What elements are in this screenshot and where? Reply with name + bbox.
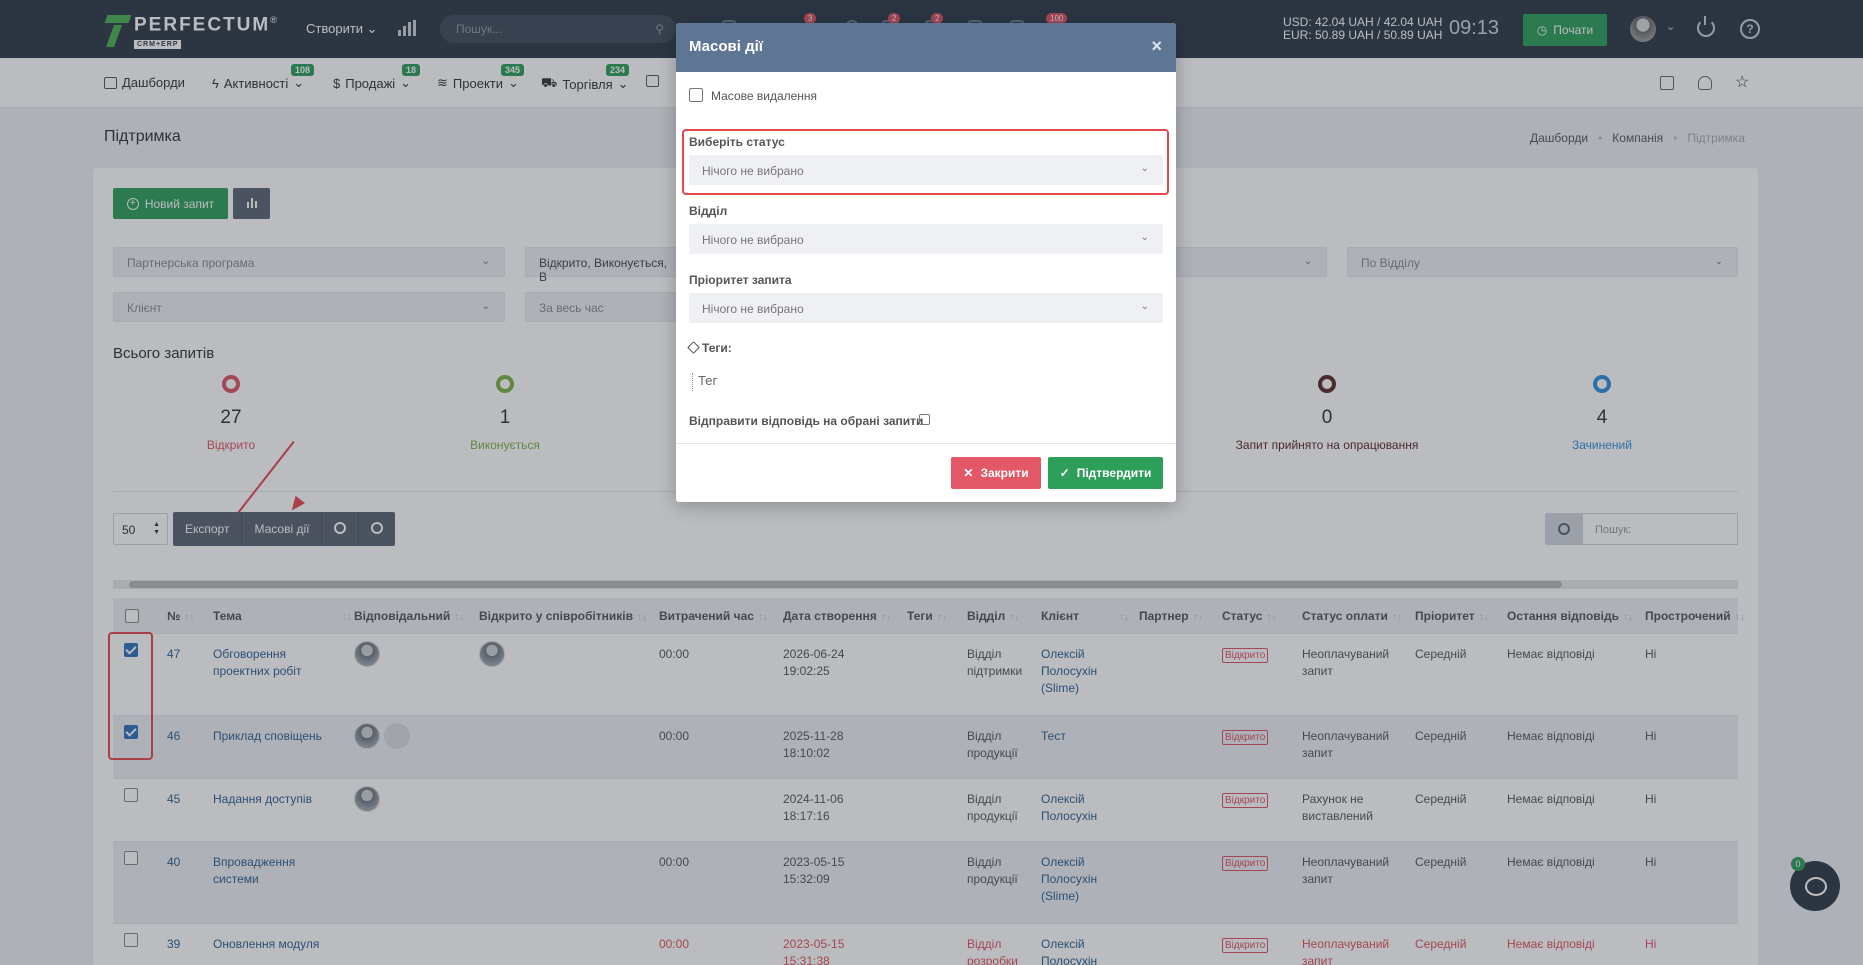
close-button[interactable]: ✕ Закрити	[951, 457, 1041, 489]
mass-delete-checkbox[interactable]	[689, 88, 703, 102]
status-select[interactable]: Нічого не вибрано ⌄	[689, 155, 1163, 185]
check-icon: ✓	[1059, 466, 1070, 480]
chevron-down-icon: ⌄	[1140, 232, 1149, 243]
status-label: Виберіть статус	[689, 135, 785, 149]
tag-icon	[687, 341, 700, 354]
send-reply-checkbox[interactable]	[919, 414, 930, 425]
chevron-down-icon: ⌄	[1140, 163, 1149, 174]
close-icon[interactable]: ×	[1151, 36, 1162, 57]
close-icon: ✕	[963, 466, 974, 480]
chevron-down-icon: ⌄	[1140, 301, 1149, 312]
priority-select[interactable]: Нічого не вибрано ⌄	[689, 293, 1163, 323]
modal-header: Масові дії ×	[676, 23, 1176, 72]
modal-title: Масові дії	[689, 38, 763, 55]
bulk-actions-modal: Масові дії × Масове видалення Виберіть с…	[676, 23, 1176, 502]
mass-delete-label[interactable]: Масове видалення	[711, 89, 817, 103]
confirm-button[interactable]: ✓ Підтвердити	[1048, 457, 1163, 489]
department-label: Відділ	[689, 204, 728, 218]
send-reply-label: Відправити відповідь на обрані запити	[689, 414, 924, 428]
tag-input[interactable]: Тег	[692, 373, 717, 391]
modal-divider	[676, 443, 1176, 444]
tags-label: Теги:	[687, 341, 732, 355]
department-select[interactable]: Нічого не вибрано ⌄	[689, 224, 1163, 254]
priority-label: Пріоритет запита	[689, 273, 792, 287]
